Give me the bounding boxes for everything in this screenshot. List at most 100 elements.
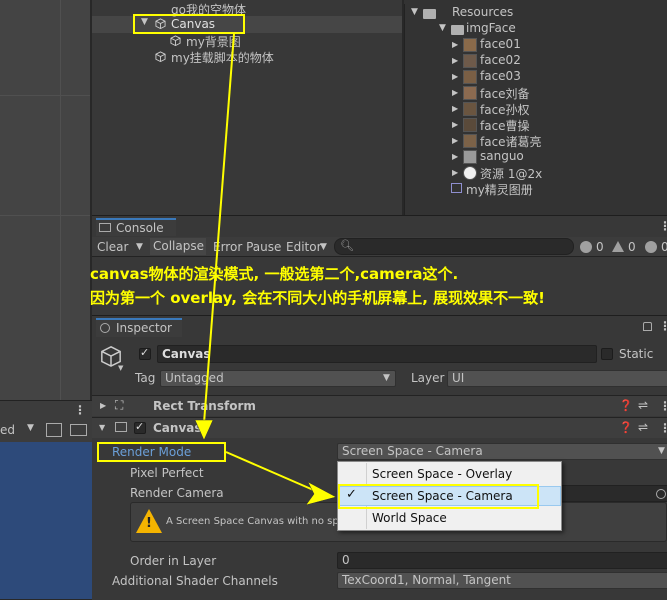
- chevron-down-icon: ▼: [118, 364, 124, 372]
- more-options-icon[interactable]: ⋮: [659, 319, 667, 333]
- expand-arrow-icon[interactable]: ▶: [452, 88, 458, 97]
- help-icon[interactable]: ❓: [619, 399, 633, 412]
- tab-console[interactable]: Console: [96, 218, 176, 236]
- rect-transform-icon: ⛶: [115, 398, 124, 412]
- expand-arrow-icon[interactable]: ▶: [452, 168, 458, 177]
- sprite-thumbnail-icon: [463, 102, 477, 116]
- chevron-down-icon: ▼: [27, 423, 34, 433]
- expand-arrow-icon[interactable]: ▼: [411, 7, 418, 17]
- sprite-thumbnail-icon: [463, 134, 477, 148]
- render-mode-dropdown[interactable]: Screen Space - Camera ▼: [337, 443, 667, 460]
- camera-option-highlight-box: [338, 484, 539, 509]
- presets-icon[interactable]: ⇌: [638, 420, 648, 434]
- cube-icon: [170, 35, 181, 46]
- active-checkbox[interactable]: ✓: [139, 346, 151, 360]
- render-camera-label: Render Camera: [130, 486, 224, 500]
- editor-dropdown[interactable]: Editor: [286, 240, 322, 254]
- shading-mode-dropdown[interactable]: ed ▼: [0, 421, 38, 439]
- tag-label: Tag: [135, 371, 156, 385]
- annotation-line-1: canvas物体的渲染模式, 一般选第二个,camera这个.: [90, 265, 459, 283]
- warning-exclamation: !: [146, 516, 152, 531]
- chevron-down-icon: ▼: [320, 242, 327, 252]
- clear-options-dropdown[interactable]: ▼: [136, 242, 143, 252]
- chevron-down-icon: ▼: [383, 373, 390, 383]
- scene-view-top[interactable]: [0, 0, 90, 400]
- collapse-button[interactable]: Collapse: [150, 238, 206, 255]
- expand-arrow-icon[interactable]: ▼: [439, 23, 446, 33]
- menu-item-overlay[interactable]: Screen Space - Overlay: [372, 467, 512, 481]
- console-icon: [99, 223, 111, 232]
- warning-text: A Screen Space Canvas with no spe: [166, 516, 345, 527]
- more-options-icon[interactable]: ⋮: [659, 399, 667, 413]
- project-item-label: 资源 1@2x: [480, 167, 543, 181]
- scene-toolbar: ⋮ ed ▼: [0, 400, 92, 443]
- expand-arrow-icon[interactable]: ▶: [100, 401, 106, 410]
- expand-arrow-icon[interactable]: ▶: [452, 72, 458, 81]
- toggle-2d-icon[interactable]: [46, 423, 62, 437]
- expand-arrow-icon[interactable]: ▶: [452, 104, 458, 113]
- shader-channels-dropdown[interactable]: TexCoord1, Normal, Tangent: [337, 572, 667, 589]
- project-item-label: face曹操: [480, 119, 530, 133]
- expand-arrow-icon[interactable]: ▶: [452, 40, 458, 49]
- folder-icon: [423, 9, 436, 19]
- tab-inspector[interactable]: Inspector: [96, 318, 182, 337]
- presets-icon[interactable]: ⇌: [638, 398, 648, 412]
- project-item-label: sanguo: [480, 149, 524, 163]
- expand-arrow-icon[interactable]: ▶: [452, 136, 458, 145]
- project-item-label: face诸葛亮: [480, 135, 542, 149]
- expand-arrow-icon[interactable]: ▶: [452, 56, 458, 65]
- project-item-label: face孙权: [480, 103, 530, 117]
- order-in-layer-field[interactable]: 0: [337, 552, 667, 569]
- project-item-label: Resources: [452, 5, 514, 19]
- info-count-toggle[interactable]: 0: [580, 239, 608, 255]
- hierarchy-item-label: my挂载脚本的物体: [171, 51, 274, 65]
- project-item-label: face刘备: [480, 87, 530, 101]
- clear-button[interactable]: Clear: [97, 240, 128, 254]
- project-item-label: imgFace: [466, 21, 516, 35]
- static-label: Static: [619, 347, 654, 361]
- console-search-input[interactable]: 🔍︎: [334, 238, 574, 255]
- order-in-layer-label: Order in Layer: [130, 554, 217, 568]
- keyboard-icon[interactable]: [70, 424, 87, 436]
- warning-icon: [612, 241, 624, 252]
- warning-count-toggle[interactable]: 0: [612, 239, 640, 255]
- folder-icon: [451, 25, 464, 35]
- layer-dropdown[interactable]: UI: [447, 370, 667, 387]
- error-pause-button[interactable]: Error Pause: [213, 240, 281, 254]
- more-options-icon[interactable]: ⋮: [659, 219, 667, 233]
- object-picker-icon[interactable]: [656, 489, 666, 499]
- canvas-enabled-checkbox[interactable]: ✓: [134, 420, 146, 434]
- project-item-label: face02: [480, 53, 521, 67]
- more-options-icon[interactable]: ⋮: [659, 421, 667, 435]
- object-name-field[interactable]: Canvas: [157, 345, 597, 363]
- error-count-toggle[interactable]: 0: [645, 239, 667, 255]
- cube-icon: [155, 51, 166, 62]
- help-icon[interactable]: ❓: [619, 421, 633, 434]
- project-item-label: face03: [480, 69, 521, 83]
- info-icon: [100, 323, 110, 333]
- sprite-thumbnail-icon: [463, 118, 477, 132]
- checkmark-icon: ✓: [140, 346, 150, 359]
- pixel-perfect-label: Pixel Perfect: [130, 466, 204, 480]
- expand-arrow-icon[interactable]: ▶: [452, 152, 458, 161]
- annotation-line-2: 因为第一个 overlay, 会在不同大小的手机屏幕上, 展现效果不一致!: [90, 289, 545, 307]
- hierarchy-item-label: my背景图: [186, 35, 241, 49]
- static-checkbox[interactable]: [601, 348, 613, 360]
- expand-arrow-icon[interactable]: ▼: [99, 423, 105, 432]
- sprite-thumbnail-icon: [463, 54, 477, 68]
- info-icon: [580, 241, 592, 253]
- more-options-icon[interactable]: ⋮: [74, 403, 86, 417]
- lock-icon[interactable]: [643, 322, 652, 331]
- tag-dropdown[interactable]: Untagged ▼: [160, 370, 396, 387]
- project-panel-top-row: [404, 0, 667, 4]
- scene-view-camera[interactable]: [0, 442, 92, 599]
- checkmark-icon: ✓: [135, 420, 145, 433]
- chevron-down-icon: ▼: [658, 446, 665, 456]
- canvas-component-icon: [115, 422, 127, 432]
- shader-channels-label: Additional Shader Channels: [112, 574, 278, 588]
- expand-arrow-icon[interactable]: ▶: [452, 120, 458, 129]
- layer-label: Layer: [411, 371, 445, 385]
- component-title: Rect Transform: [153, 399, 256, 413]
- menu-item-world-space[interactable]: World Space: [372, 511, 447, 525]
- canvas-highlight-box: [133, 14, 245, 34]
